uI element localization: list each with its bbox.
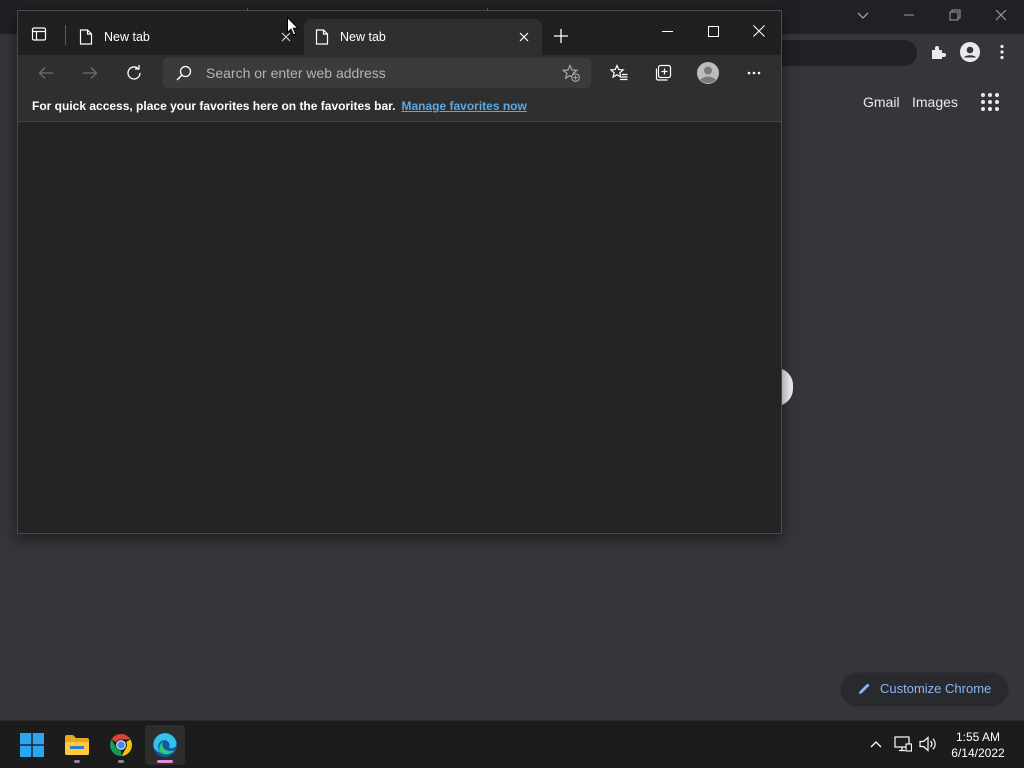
close-tab-button[interactable] xyxy=(516,29,532,45)
network-button[interactable] xyxy=(893,734,913,754)
clock-time: 1:55 AM xyxy=(955,730,1001,744)
address-bar[interactable] xyxy=(163,58,591,88)
forward-button[interactable] xyxy=(78,61,102,85)
favorites-icon xyxy=(610,64,628,82)
close-icon xyxy=(753,25,765,37)
minimize-icon xyxy=(661,26,673,37)
profile-icon xyxy=(960,42,980,62)
file-explorer-icon xyxy=(64,734,90,756)
plus-icon xyxy=(554,29,568,43)
search-icon xyxy=(176,65,192,81)
edge-close-button[interactable] xyxy=(736,11,782,51)
clock[interactable]: 1:55 AM 6/14/2022 xyxy=(944,729,1012,761)
pencil-icon xyxy=(858,682,871,695)
page-icon xyxy=(79,29,93,45)
customize-chrome-label: Customize Chrome xyxy=(880,681,992,696)
tab-new-tab-1[interactable]: New tab xyxy=(68,19,304,55)
active-indicator xyxy=(157,760,173,763)
taskbar: 1:55 AM 6/14/2022 xyxy=(0,720,1024,768)
running-indicator xyxy=(74,760,80,763)
start-button[interactable] xyxy=(12,725,52,765)
back-button[interactable] xyxy=(34,61,58,85)
refresh-button[interactable] xyxy=(122,61,146,85)
favorites-bar-message: For quick access, place your favorites h… xyxy=(32,99,396,113)
tab-title: New tab xyxy=(340,30,386,44)
images-link[interactable]: Images xyxy=(912,94,958,110)
maximize-icon xyxy=(707,25,719,37)
windows-start-icon xyxy=(20,733,44,757)
collections-icon xyxy=(654,64,672,82)
edge-taskbar-button[interactable] xyxy=(145,725,185,765)
more-vert-icon xyxy=(1000,44,1004,60)
forward-icon xyxy=(82,66,98,80)
chevron-up-icon xyxy=(870,740,882,748)
running-indicator xyxy=(118,760,124,763)
back-icon xyxy=(38,66,54,80)
customize-chrome-button[interactable]: Customize Chrome xyxy=(842,673,1007,704)
chrome-menu-button[interactable] xyxy=(990,40,1014,64)
chrome-taskbar-button[interactable] xyxy=(101,725,141,765)
collections-button[interactable] xyxy=(651,61,675,85)
chrome-profile-button[interactable] xyxy=(958,40,982,64)
tab-title: New tab xyxy=(104,30,150,44)
chrome-restore-button[interactable] xyxy=(932,0,978,30)
edge-icon xyxy=(152,732,178,758)
edge-title-bar[interactable]: New tab New tab xyxy=(18,11,781,55)
profile-icon xyxy=(697,62,719,84)
tab-separator xyxy=(65,25,66,45)
manage-favorites-link[interactable]: Manage favorites now xyxy=(401,99,526,113)
chrome-minimize-button[interactable] xyxy=(886,0,932,30)
edge-toolbar xyxy=(18,55,781,91)
close-icon xyxy=(995,9,1007,21)
show-hidden-icons-button[interactable] xyxy=(866,734,886,754)
volume-icon xyxy=(919,736,937,752)
volume-button[interactable] xyxy=(918,734,938,754)
address-input[interactable] xyxy=(206,65,559,81)
extensions-icon xyxy=(930,44,946,60)
tab-actions-icon xyxy=(31,26,47,42)
tab-new-tab-2[interactable]: New tab xyxy=(304,19,542,55)
apps-grid-icon[interactable] xyxy=(980,92,1000,112)
more-icon xyxy=(747,71,761,75)
tab-search-button[interactable] xyxy=(840,0,886,30)
file-explorer-button[interactable] xyxy=(57,725,97,765)
chrome-omnibox[interactable] xyxy=(782,40,917,66)
extensions-button[interactable] xyxy=(926,40,950,64)
chrome-icon xyxy=(109,733,133,757)
page-icon xyxy=(315,29,329,45)
chevron-down-icon xyxy=(856,8,870,22)
new-tab-button[interactable] xyxy=(551,26,571,46)
tab-actions-menu-button[interactable] xyxy=(29,24,49,44)
settings-and-more-button[interactable] xyxy=(742,61,766,85)
favorites-bar: For quick access, place your favorites h… xyxy=(18,91,781,122)
minimize-icon xyxy=(903,9,915,21)
edge-minimize-button[interactable] xyxy=(644,11,690,51)
refresh-icon xyxy=(125,64,143,82)
favorites-button[interactable] xyxy=(607,61,631,85)
mouse-cursor-icon xyxy=(287,17,299,36)
restore-icon xyxy=(949,9,961,21)
add-to-favorites-button[interactable] xyxy=(559,61,583,85)
clock-date: 6/14/2022 xyxy=(951,746,1005,760)
chrome-close-button[interactable] xyxy=(978,0,1024,30)
edge-profile-button[interactable] xyxy=(696,61,720,85)
edge-maximize-button[interactable] xyxy=(690,11,736,51)
gmail-link[interactable]: Gmail xyxy=(863,94,900,110)
edge-window: New tab New tab Search or enter web addr… xyxy=(17,10,782,534)
network-icon xyxy=(894,736,912,752)
page-content-area[interactable] xyxy=(18,122,781,533)
